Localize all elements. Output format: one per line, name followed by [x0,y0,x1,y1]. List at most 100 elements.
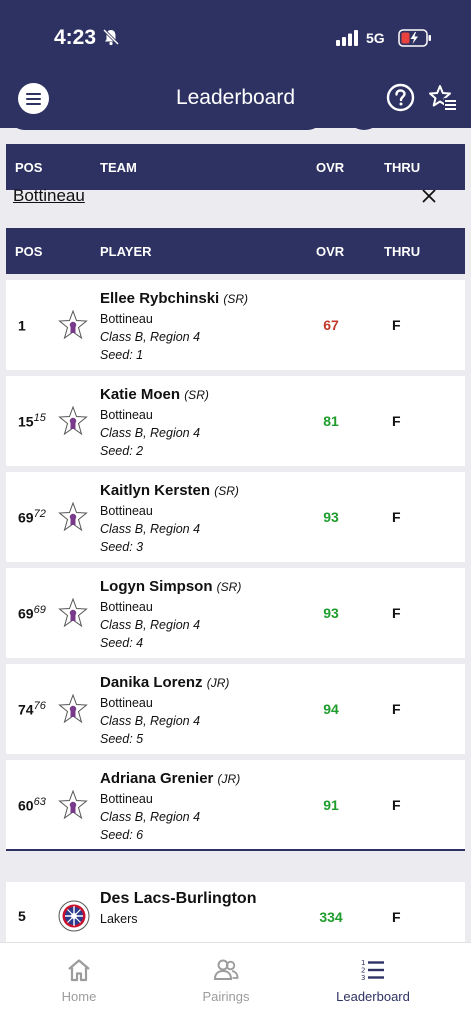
player-thru: F [392,413,401,429]
header-ovr: OVR [316,244,345,259]
player-row[interactable]: 6969 Logyn Simpson (SR) Bottineau Class … [6,568,465,658]
status-bar: 4:23 5G [0,0,471,72]
status-time: 4:23 [54,26,97,49]
close-icon[interactable] [419,186,439,206]
team-thru: F [392,909,401,925]
battery-icon [398,29,431,47]
favorites-list-icon[interactable] [428,84,458,114]
player-class: (JR) [206,676,230,690]
player-name-line: Logyn Simpson (SR) [100,578,241,595]
player-division: Class B, Region 4 [100,810,201,824]
header-team: TEAM [100,160,137,175]
help-icon[interactable] [386,83,415,112]
player-division: Class B, Region 4 [100,714,201,728]
previous-position: 72 [33,508,46,520]
bell-muted-icon [102,28,120,46]
player-division: Class B, Region 4 [100,618,201,632]
leaderboard-icon: 1 2 3 [361,959,384,982]
player-thru: F [392,701,401,717]
team-star-logo-icon [58,598,88,628]
header-thru: THRU [384,160,421,175]
signal-icon [336,30,358,46]
team-star-logo-icon [58,406,88,436]
player-name-line: Ellee Rybchinski (SR) [100,290,248,307]
player-thru: F [392,509,401,525]
player-class: (JR) [217,772,241,786]
team-subtitle: Lakers [100,912,138,926]
player-score: 91 [323,797,339,813]
team-name: Des Lacs-Burlington [100,890,257,907]
player-position: 6063 [18,796,46,814]
player-team: Bottineau [100,504,153,518]
player-seed: Seed: 6 [100,828,144,842]
nav-home-label: Home [61,989,97,1004]
team-star-logo-icon [58,694,88,724]
player-name: Katie Moen [100,386,181,403]
player-score: 94 [323,701,339,717]
player-name-line: Kaitlyn Kersten (SR) [100,482,239,499]
team-filter-row: Bottineau [6,186,465,220]
nav-pairings[interactable]: Pairings [166,957,286,1004]
player-division: Class B, Region 4 [100,426,201,440]
header-thru: THRU [384,244,421,259]
player-position: 6972 [18,508,46,526]
lakers-logo-icon [58,900,90,932]
player-team: Bottineau [100,600,153,614]
nav-leaderboard[interactable]: 1 2 3 Leaderboard [313,957,433,1004]
player-class: (SR) [223,292,249,306]
player-row[interactable]: 6972 Kaitlyn Kersten (SR) Bottineau Clas… [6,472,465,562]
team-filter-link[interactable]: Bottineau [13,186,85,206]
player-division: Class B, Region 4 [100,330,201,344]
player-row[interactable]: 1 Ellee Rybchinski (SR) Bottineau Class … [6,280,465,370]
previous-position: 76 [33,700,46,712]
pairings-icon [213,959,239,980]
home-icon [68,959,90,982]
player-name-line: Katie Moen (SR) [100,386,209,403]
player-team: Bottineau [100,792,153,806]
player-score: 93 [323,509,339,525]
player-table-header: POS PLAYER OVR THRU [6,228,465,274]
player-row[interactable]: 7476 Danika Lorenz (JR) Bottineau Class … [6,664,465,754]
player-seed: Seed: 4 [100,636,144,650]
search-field[interactable] [10,114,322,130]
network-type: 5G [366,30,385,46]
player-thru: F [392,605,401,621]
player-team: Bottineau [100,696,153,710]
player-position: 7476 [18,700,46,718]
player-row[interactable]: 6063 Adriana Grenier (JR) Bottineau Clas… [6,760,465,850]
team-row[interactable]: 5 Des Lacs-Burlington Lakers 334 F [6,882,465,942]
player-name: Logyn Simpson [100,578,213,595]
header-pos: POS [15,160,43,175]
nav-leaderboard-label: Leaderboard [336,989,410,1004]
player-position: 6969 [18,604,46,622]
player-team: Bottineau [100,312,153,326]
player-thru: F [392,797,401,813]
player-seed: Seed: 3 [100,540,144,554]
team-table-header: POS TEAM OVR THRU [6,144,465,190]
previous-position: 15 [33,412,46,424]
player-class: (SR) [216,580,242,594]
svg-text:3: 3 [361,974,365,982]
player-score: 81 [323,413,339,429]
team-star-logo-icon [58,310,88,340]
player-thru: F [392,317,401,333]
player-row[interactable]: 1515 Katie Moen (SR) Bottineau Class B, … [6,376,465,466]
player-name: Ellee Rybchinski [100,290,220,307]
team-position: 5 [18,908,26,924]
player-class: (SR) [184,388,209,402]
section-divider [6,849,465,851]
header-player: PLAYER [100,244,152,259]
player-score: 67 [323,317,339,333]
team-score: 334 [319,909,343,925]
nav-home[interactable]: Home [19,957,139,1004]
team-star-logo-icon [58,502,88,532]
player-class: (SR) [214,484,239,498]
player-name: Danika Lorenz [100,674,203,691]
bottom-nav: Home Pairings 1 2 3 Leaderboard [0,942,471,1024]
player-seed: Seed: 5 [100,732,144,746]
player-name-line: Adriana Grenier (JR) [100,770,240,787]
player-position: 1515 [18,412,46,430]
player-seed: Seed: 2 [100,444,144,458]
previous-position: 63 [33,796,46,808]
player-name-line: Danika Lorenz (JR) [100,674,229,691]
